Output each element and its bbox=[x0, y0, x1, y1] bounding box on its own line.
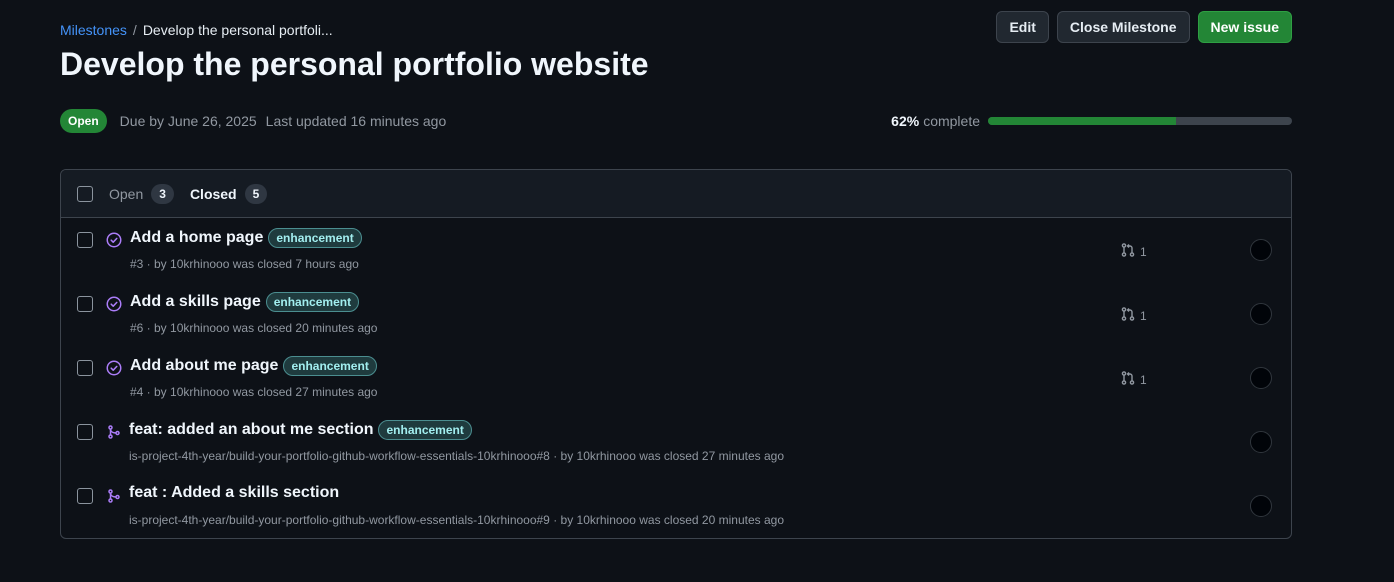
list-item: Add about me page enhancement #4 · by 10… bbox=[61, 346, 1291, 410]
linked-pr-count: 1 bbox=[1140, 308, 1147, 323]
avatar[interactable] bbox=[1250, 239, 1272, 261]
tab-open-count: 3 bbox=[151, 183, 174, 204]
breadcrumb: Milestones / Develop the personal portfo… bbox=[60, 20, 333, 40]
select-all-checkbox[interactable] bbox=[77, 185, 93, 202]
label-badge[interactable]: enhancement bbox=[283, 356, 377, 376]
label-badge[interactable]: enhancement bbox=[265, 292, 360, 312]
item-checkbox[interactable] bbox=[77, 360, 93, 376]
item-title[interactable]: feat: added an about me section bbox=[129, 421, 373, 439]
item-title-group: Add about me page enhancement bbox=[130, 356, 377, 376]
list-item: feat : Added a skills section is-project… bbox=[61, 474, 1291, 538]
git-pull-request-icon bbox=[1120, 306, 1136, 325]
issues-list-header: Open 3 Closed 5 bbox=[61, 170, 1291, 218]
item-checkbox[interactable] bbox=[77, 424, 93, 440]
progress-complete-label: complete bbox=[923, 113, 980, 129]
issue-closed-icon bbox=[105, 295, 123, 313]
item-subtitle: is-project-4th-year/build-your-portfolio… bbox=[129, 449, 784, 463]
milestone-meta: Open Due by June 26, 2025 Last updated 1… bbox=[60, 109, 446, 133]
issue-closed-icon bbox=[105, 359, 123, 377]
due-date: Due by June 26, 2025 bbox=[119, 113, 257, 129]
linked-pr[interactable]: 1 bbox=[1120, 306, 1147, 325]
last-updated: Last updated 16 minutes ago bbox=[265, 113, 447, 129]
progress-bar-fill bbox=[988, 117, 1177, 125]
item-title-group: Add a home page enhancement bbox=[130, 228, 362, 248]
item-subtitle: #6 · by 10krhinooo was closed 20 minutes… bbox=[130, 321, 378, 335]
milestone-progress: 62% complete bbox=[891, 113, 1292, 129]
git-pull-request-icon bbox=[1120, 242, 1136, 261]
tab-closed[interactable]: Closed 5 bbox=[189, 183, 268, 204]
breadcrumb-milestones-link[interactable]: Milestones bbox=[60, 22, 127, 38]
item-subtitle: is-project-4th-year/build-your-portfolio… bbox=[129, 513, 784, 527]
item-subtitle: #3 · by 10krhinooo was closed 7 hours ag… bbox=[130, 257, 359, 271]
tab-open[interactable]: Open 3 bbox=[109, 183, 174, 204]
avatar[interactable] bbox=[1250, 431, 1272, 453]
new-issue-button[interactable]: New issue bbox=[1197, 11, 1292, 43]
label-badge[interactable]: enhancement bbox=[378, 420, 472, 440]
edit-button[interactable]: Edit bbox=[996, 11, 1049, 43]
tab-closed-count: 5 bbox=[244, 183, 268, 204]
avatar[interactable] bbox=[1250, 303, 1272, 325]
linked-pr[interactable]: 1 bbox=[1120, 370, 1147, 389]
linked-pr-count: 1 bbox=[1140, 244, 1147, 259]
item-title[interactable]: feat : Added a skills section bbox=[129, 484, 339, 502]
progress-bar bbox=[988, 117, 1292, 125]
item-title[interactable]: Add about me page bbox=[130, 357, 278, 375]
label-badge[interactable]: enhancement bbox=[268, 228, 362, 248]
tab-open-label: Open bbox=[109, 185, 144, 202]
item-subtitle: #4 · by 10krhinooo was closed 27 minutes… bbox=[130, 385, 378, 399]
issue-closed-icon bbox=[105, 231, 123, 249]
item-title-group: Add a skills page enhancement bbox=[130, 292, 360, 312]
item-title[interactable]: Add a home page bbox=[130, 229, 263, 247]
item-checkbox[interactable] bbox=[77, 296, 93, 312]
git-merge-icon bbox=[105, 487, 123, 505]
list-item: Add a home page enhancement #3 · by 10kr… bbox=[61, 218, 1291, 282]
page-title: Develop the personal portfolio website bbox=[60, 46, 649, 82]
issues-list: Open 3 Closed 5 Add a home page enhancem… bbox=[60, 169, 1292, 539]
milestone-actions: Edit Close Milestone New issue bbox=[996, 11, 1292, 43]
avatar[interactable] bbox=[1250, 495, 1272, 517]
item-title-group: feat: added an about me section enhancem… bbox=[129, 420, 472, 440]
breadcrumb-current: Develop the personal portfoli... bbox=[142, 22, 333, 38]
tab-closed-label: Closed bbox=[189, 185, 237, 202]
linked-pr-count: 1 bbox=[1140, 372, 1147, 387]
breadcrumb-separator: / bbox=[132, 22, 137, 38]
list-item: feat: added an about me section enhancem… bbox=[61, 410, 1291, 474]
item-title-group: feat : Added a skills section bbox=[129, 484, 339, 502]
status-badge: Open bbox=[60, 109, 107, 133]
item-checkbox[interactable] bbox=[77, 488, 93, 504]
avatar[interactable] bbox=[1250, 367, 1272, 389]
git-merge-icon bbox=[105, 423, 123, 441]
close-milestone-button[interactable]: Close Milestone bbox=[1056, 11, 1190, 43]
linked-pr[interactable]: 1 bbox=[1120, 242, 1147, 261]
item-title[interactable]: Add a skills page bbox=[130, 293, 261, 311]
git-pull-request-icon bbox=[1120, 370, 1136, 389]
list-item: Add a skills page enhancement #6 · by 10… bbox=[61, 282, 1291, 346]
item-checkbox[interactable] bbox=[77, 232, 93, 248]
progress-percent: 62% bbox=[891, 113, 920, 129]
